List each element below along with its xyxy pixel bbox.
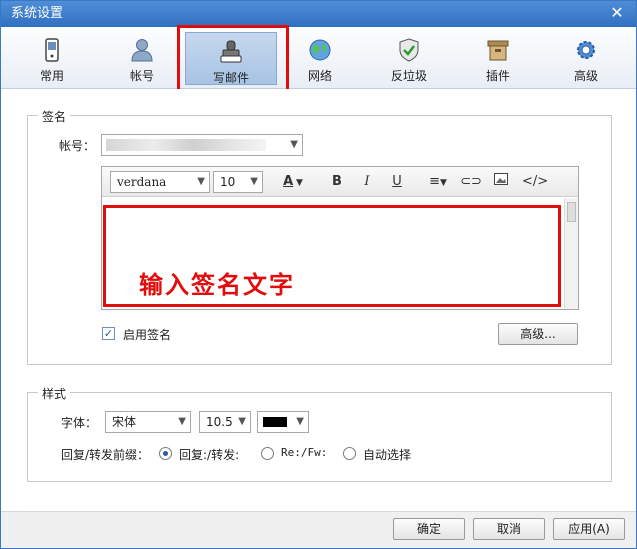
chevron-down-icon: ▼ [197, 176, 205, 187]
size-value: 10.5 [206, 415, 233, 429]
font-value: 宋体 [112, 415, 137, 429]
font-size-select[interactable]: 10 ▼ [213, 171, 263, 193]
apply-button[interactable]: 应用(A) [553, 518, 625, 540]
user-icon [131, 39, 153, 62]
font-color-button[interactable]: A ▼ [278, 173, 308, 191]
prefix-option-chinese: 回复:/转发: [179, 448, 240, 462]
underline-button[interactable]: U [386, 173, 408, 191]
tab-antispam-label: 反垃圾 [390, 69, 427, 83]
link-icon[interactable]: ⊂⊃ [460, 173, 482, 191]
prefix-option-auto: 自动选择 [363, 448, 412, 462]
font-family-value: verdana [117, 175, 167, 189]
align-icon: ≡ [429, 174, 440, 189]
cancel-button[interactable]: 取消 [473, 518, 545, 540]
bold-button[interactable]: B [326, 173, 348, 191]
tab-general[interactable]: 常用 [7, 31, 97, 85]
close-icon[interactable]: ✕ [608, 4, 626, 22]
advanced-button[interactable]: 高级... [498, 323, 578, 345]
style-group: 样式 [27, 385, 612, 482]
tab-compose-label: 写邮件 [212, 71, 249, 85]
tab-network-label: 网络 [307, 69, 332, 83]
tab-account-label: 帐号 [129, 69, 154, 83]
font-select[interactable]: 宋体 ▼ [105, 411, 191, 433]
chevron-down-icon: ▼ [238, 416, 246, 427]
color-swatch [263, 417, 287, 427]
annotation-text: 输入签名文字 [139, 270, 295, 299]
dialog-footer: 确定 取消 应用(A) [1, 511, 636, 548]
color-select[interactable]: ▼ [257, 411, 309, 433]
ok-button[interactable]: 确定 [393, 518, 465, 540]
size-select[interactable]: 10.5 ▼ [199, 411, 251, 433]
shield-icon [399, 38, 419, 62]
tab-account[interactable]: 帐号 [97, 31, 187, 85]
box-icon [487, 40, 509, 61]
editor-toolbar: verdana ▼ 10 ▼ A ▼ B I U ≡▼ ⊂⊃ </> [102, 167, 578, 197]
gear-icon [577, 41, 595, 59]
tab-network[interactable]: 网络 [275, 31, 365, 85]
italic-button[interactable]: I [356, 173, 378, 191]
account-value-blurred [106, 139, 266, 151]
tab-compose[interactable]: 写邮件 [185, 32, 277, 85]
style-group-title: 样式 [38, 385, 71, 402]
align-button[interactable]: ≡▼ [424, 173, 452, 191]
tab-advanced-label: 高级 [573, 69, 598, 83]
chevron-down-icon: ▼ [296, 416, 304, 427]
enable-signature-label: 启用签名 [123, 328, 172, 342]
settings-content: 签名 帐号： ▼ verdana ▼ 10 ▼ A ▼ B I U ≡▼ ⊂⊃ … [1, 89, 636, 511]
chevron-down-icon: ▼ [178, 416, 186, 427]
prefix-option-re-fw: Re:/Fw: [281, 446, 328, 459]
font-size-value: 10 [220, 175, 236, 189]
font-color-icon: A [283, 174, 294, 189]
settings-toolbar: 常用 帐号 写邮件 网络 反垃圾 插件 高级 [1, 27, 636, 89]
window-title: 系统设置 [11, 6, 64, 21]
chevron-down-icon: ▼ [250, 176, 258, 187]
prefix-radio-re-fw[interactable] [261, 447, 274, 460]
signature-group-title: 签名 [38, 108, 71, 125]
prefix-label: 回复/转发前缀： [61, 448, 150, 462]
account-label: 帐号： [59, 139, 96, 153]
settings-window: 系统设置 ✕ 常用 帐号 写邮件 网络 反垃圾 插件 高级 签名 帐号： ▼ v… [0, 0, 637, 549]
account-select[interactable]: ▼ [101, 134, 303, 156]
tab-general-label: 常用 [39, 69, 64, 83]
prefix-radio-chinese[interactable] [159, 447, 172, 460]
stamp-icon [220, 40, 242, 63]
image-icon[interactable] [490, 173, 512, 191]
editor-scrollbar[interactable] [564, 198, 578, 309]
tab-antispam[interactable]: 反垃圾 [364, 31, 454, 85]
scrollbar-thumb[interactable] [567, 202, 576, 222]
font-label: 字体： [61, 416, 98, 430]
phone-icon [45, 38, 59, 62]
tab-plugins[interactable]: 插件 [453, 31, 543, 85]
tab-advanced[interactable]: 高级 [541, 31, 631, 85]
tab-plugins-label: 插件 [485, 69, 510, 83]
enable-signature-checkbox[interactable]: ✓ [102, 327, 115, 340]
font-family-select[interactable]: verdana ▼ [110, 171, 210, 193]
code-icon[interactable]: </> [522, 173, 548, 191]
prefix-radio-auto[interactable] [343, 447, 356, 460]
chevron-down-icon: ▼ [290, 139, 298, 150]
title-bar: 系统设置 [1, 1, 636, 27]
globe-icon [309, 39, 331, 61]
